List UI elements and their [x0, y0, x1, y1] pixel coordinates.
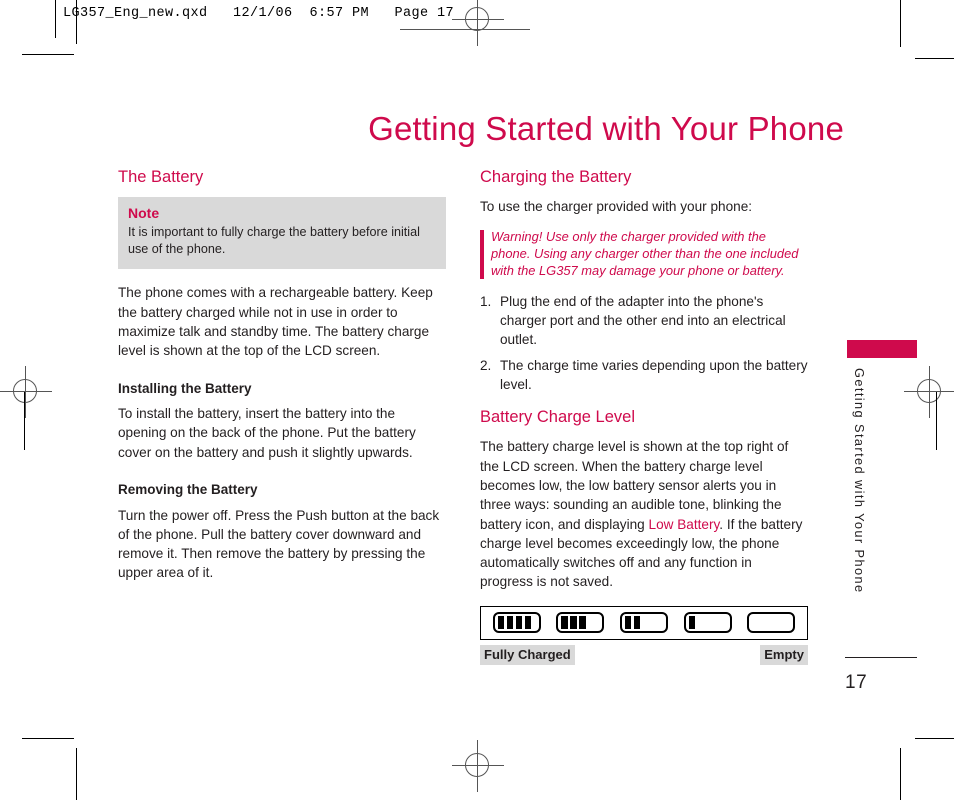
section-heading-battery-charge-level: Battery Charge Level	[480, 408, 636, 427]
left-column: The Battery Note It is important to full…	[118, 168, 446, 587]
battery-icon-level-1	[683, 612, 732, 634]
warning-callout: Warning! Use only the charger provided w…	[480, 229, 808, 280]
low-battery-highlight: Low Battery	[648, 516, 720, 532]
page-number: 17	[845, 672, 868, 693]
battery-charge-diagram: Fully Charged Empty	[480, 605, 808, 665]
section-heading-the-battery: The Battery	[118, 168, 204, 186]
right-column: Charging the Battery To use the charger …	[480, 168, 808, 665]
label-empty: Empty	[760, 644, 808, 665]
charging-intro-paragraph: To use the charger provided with your ph…	[480, 199, 753, 215]
battery-bar	[579, 616, 586, 630]
battery-bar	[624, 616, 632, 630]
note-title: Note	[128, 205, 160, 222]
subheading-installing-the-battery: Installing the Battery	[118, 380, 252, 396]
charge-level-paragraph: The battery charge level is shown at the…	[480, 437, 808, 591]
battery-bar	[633, 616, 641, 630]
removing-paragraph: Turn the power off. Press the Push butto…	[118, 507, 440, 581]
manual-page: Getting Started with Your Phone The Batt…	[0, 0, 954, 793]
battery-bar	[570, 616, 577, 630]
battery-icon-row	[480, 605, 808, 640]
step-number: 2.	[480, 357, 492, 373]
page-title: Getting Started with Your Phone	[368, 110, 844, 148]
side-tab-color-block	[847, 340, 917, 358]
folio-rule	[845, 657, 917, 658]
installing-paragraph: To install the battery, insert the batte…	[118, 406, 416, 460]
battery-bar	[524, 616, 532, 630]
battery-bar	[506, 616, 514, 630]
battery-diagram-labels: Fully Charged Empty	[480, 644, 808, 665]
step-text: Plug the end of the adapter into the pho…	[500, 293, 786, 348]
subheading-removing-the-battery: Removing the Battery	[118, 482, 258, 497]
side-tab-running-head: Getting Started with Your Phone	[852, 368, 867, 594]
battery-icon-level-0	[747, 612, 796, 634]
battery-bar	[688, 616, 696, 630]
step-text: The charge time varies depending upon th…	[500, 357, 808, 392]
list-item: 2. The charge time varies depending upon…	[480, 356, 808, 395]
section-heading-charging-the-battery: Charging the Battery	[480, 168, 632, 186]
list-item: 1. Plug the end of the adapter into the …	[480, 292, 808, 350]
battery-icon-level-4	[492, 612, 541, 634]
note-text: It is important to fully charge the batt…	[128, 224, 420, 256]
battery-icon-level-2	[619, 612, 668, 634]
note-callout: Note It is important to fully charge the…	[118, 197, 446, 270]
step-number: 1.	[480, 293, 492, 309]
battery-bar	[515, 616, 523, 630]
label-fully-charged: Fully Charged	[480, 644, 575, 665]
battery-icon-level-3	[556, 612, 605, 634]
warning-text: Warning! Use only the charger provided w…	[491, 229, 799, 278]
battery-bar	[561, 616, 568, 630]
battery-bar	[497, 616, 505, 630]
charging-steps-list: 1. Plug the end of the adapter into the …	[480, 292, 808, 394]
battery-intro-paragraph: The phone comes with a rechargeable batt…	[118, 285, 433, 359]
